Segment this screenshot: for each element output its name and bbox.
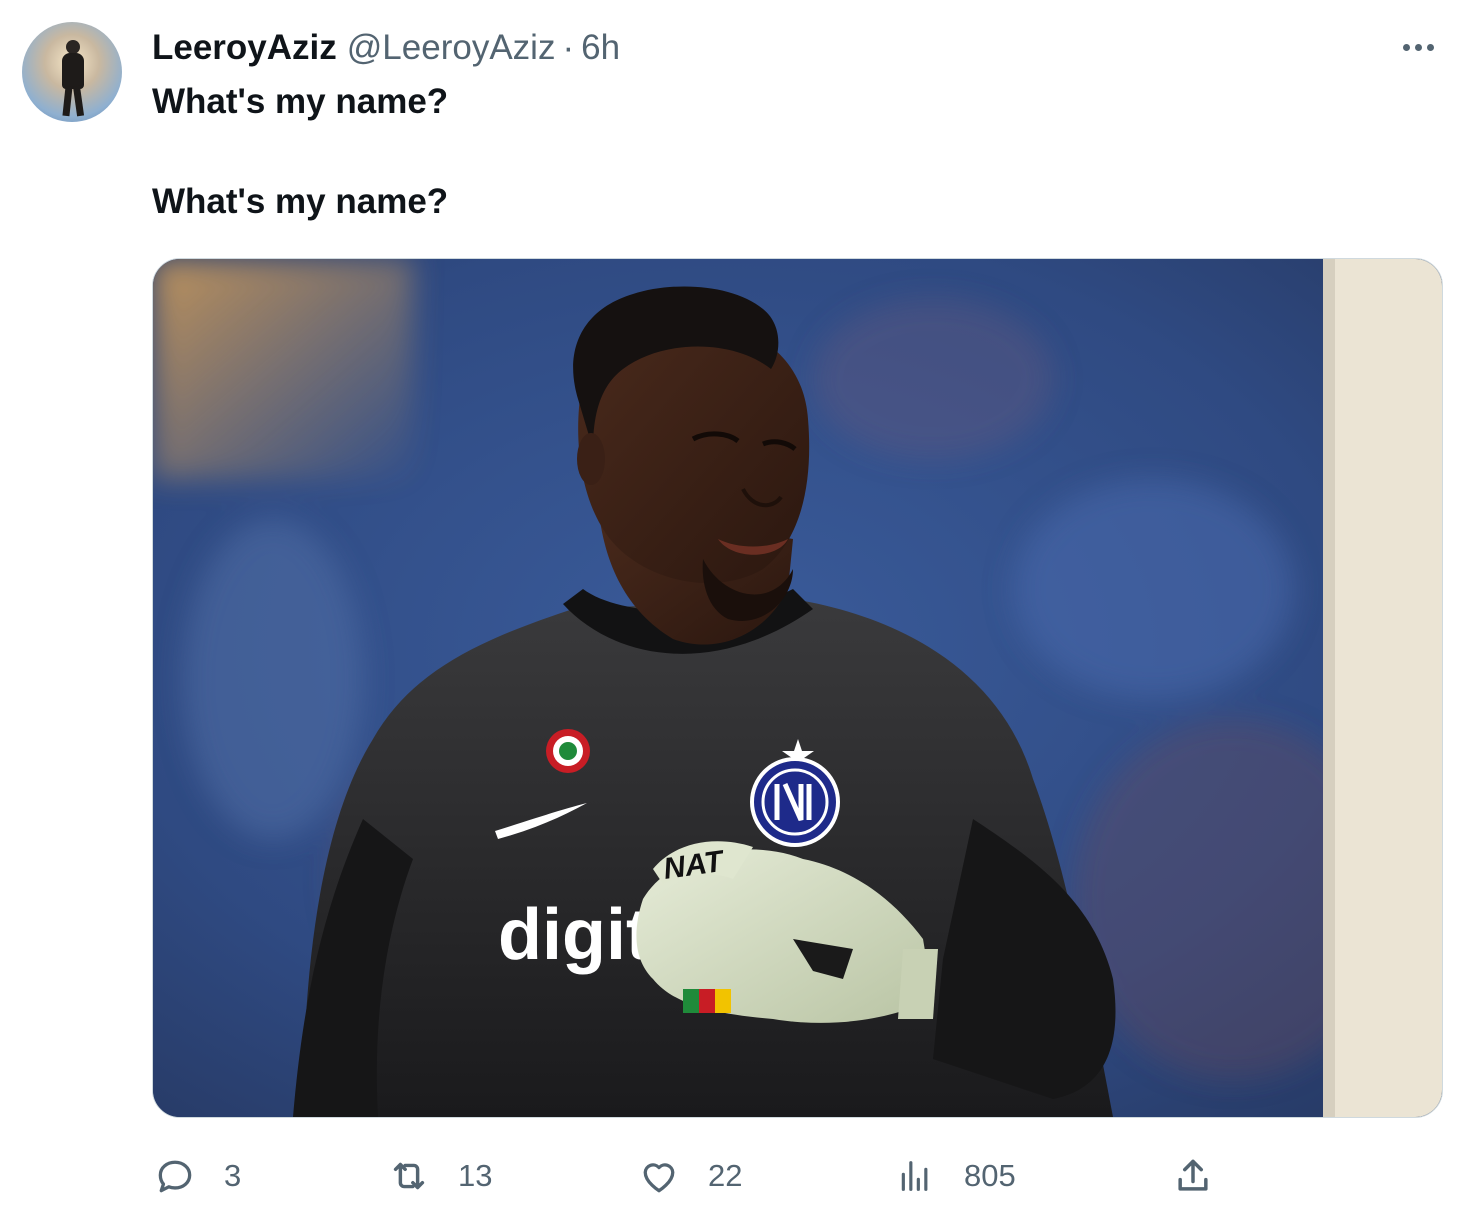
- tweet-actions: 3 13 22 805: [152, 1150, 1252, 1202]
- retweet-button[interactable]: 13: [386, 1150, 492, 1202]
- tweet-header: LeeroyAziz @LeeroyAziz · 6h: [152, 28, 620, 68]
- reply-icon: [152, 1153, 198, 1199]
- more-icon[interactable]: [1396, 34, 1440, 60]
- avatar[interactable]: [22, 22, 122, 122]
- like-count: 22: [708, 1158, 743, 1193]
- share-button[interactable]: [1170, 1150, 1216, 1202]
- display-name[interactable]: LeeroyAziz: [152, 28, 337, 68]
- views-button[interactable]: 805: [892, 1150, 1016, 1202]
- jersey-sponsor-text: digit: [498, 895, 650, 975]
- views-count: 805: [964, 1158, 1016, 1193]
- tweet-text-line: What's my name?: [152, 82, 449, 121]
- separator: ·: [562, 28, 575, 67]
- reply-button[interactable]: 3: [152, 1150, 241, 1202]
- like-icon: [636, 1153, 682, 1199]
- timestamp[interactable]: 6h: [581, 28, 620, 68]
- like-button[interactable]: 22: [636, 1150, 742, 1202]
- share-icon: [1170, 1153, 1216, 1199]
- retweet-icon: [386, 1153, 432, 1199]
- tweet-text-line: What's my name?: [152, 182, 449, 221]
- reply-count: 3: [224, 1158, 242, 1193]
- tweet-photo[interactable]: digit NAT: [152, 258, 1443, 1118]
- retweet-count: 13: [458, 1158, 493, 1193]
- tweet-card[interactable]: LeeroyAziz @LeeroyAziz · 6h What's my na…: [0, 0, 1460, 1211]
- user-handle[interactable]: @LeeroyAziz: [347, 28, 556, 68]
- views-icon: [892, 1153, 938, 1199]
